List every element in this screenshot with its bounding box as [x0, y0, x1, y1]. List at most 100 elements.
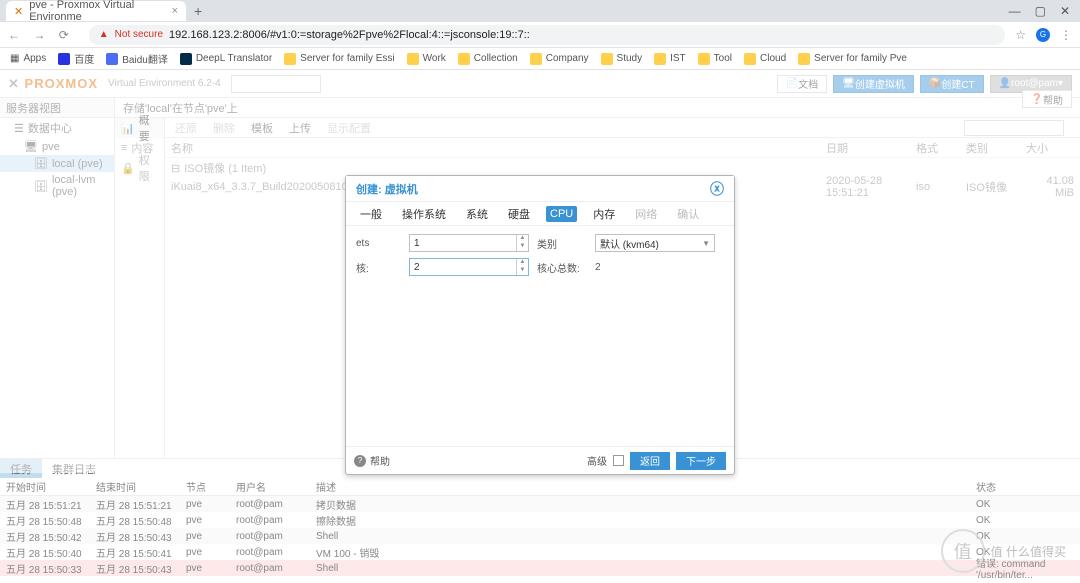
log-cell: 五月 28 15:50:42 [0, 528, 90, 544]
total-cores-label: 核心总数: [537, 260, 587, 275]
log-cell: pve [180, 528, 230, 544]
advanced-label: 高级 [587, 453, 607, 468]
tab-general[interactable]: 一般 [356, 204, 386, 224]
bm-deepl[interactable]: DeepL Translator [180, 53, 272, 65]
watermark: 值 值 什么值得买 [941, 529, 1066, 573]
folder-icon [601, 53, 613, 65]
profile-avatar[interactable]: G [1036, 28, 1050, 42]
log-cell: pve [180, 512, 230, 528]
url-text: 192.168.123.2:8006/#v1:0:=storage%2Fpve%… [169, 29, 530, 41]
tab-title: pve - Proxmox Virtual Environme [29, 0, 165, 23]
back-button[interactable]: 返回 [630, 452, 670, 470]
create-vm-wizard: 创建: 虚拟机 ⓧ 一般 操作系统 系统 硬盘 CPU 内存 网络 确认 ets… [345, 175, 735, 475]
sockets-input[interactable]: 1 ▲▼ [409, 234, 529, 252]
folder-icon [654, 53, 666, 65]
log-cell: pve [180, 544, 230, 560]
modal-header[interactable]: 创建: 虚拟机 ⓧ [346, 176, 734, 202]
spin-down-icon[interactable]: ▼ [516, 243, 528, 251]
browser-tabstrip: ✕ pve - Proxmox Virtual Environme × + — … [0, 0, 1080, 22]
close-window-icon[interactable]: ✕ [1060, 4, 1070, 18]
url-field[interactable]: ▲ Not secure 192.168.123.2:8006/#v1:0:=s… [89, 25, 1005, 45]
log-row[interactable]: 五月 28 15:50:40五月 28 15:50:41pveroot@pamV… [0, 544, 1080, 560]
tab-system[interactable]: 系统 [462, 204, 492, 224]
log-cell: Shell [310, 560, 970, 576]
log-cell: 五月 28 15:50:40 [0, 544, 90, 560]
lh-start[interactable]: 开始时间 [0, 478, 90, 495]
log-cell: 拷贝数据 [310, 496, 970, 512]
browser-menu-icon[interactable]: ⋮ [1060, 28, 1072, 42]
modal-body: ets 1 ▲▼ 类别 默认 (kvm64) ▼ 核: 2 ▲▼ 核心总数: 2 [346, 226, 734, 446]
bm-baidu[interactable]: 百度 [58, 51, 94, 66]
type-label: 类别 [537, 236, 587, 251]
bm-work[interactable]: Work [407, 53, 446, 65]
next-button[interactable]: 下一步 [676, 452, 726, 470]
watermark-icon: 值 [941, 529, 985, 573]
folder-icon [798, 53, 810, 65]
reload-icon[interactable]: ⟳ [59, 28, 69, 42]
log-row[interactable]: 五月 28 15:50:33五月 28 15:50:43pveroot@pamS… [0, 560, 1080, 576]
log-row[interactable]: 五月 28 15:50:42五月 28 15:50:43pveroot@pamS… [0, 528, 1080, 544]
bm-study[interactable]: Study [601, 53, 643, 65]
bm-sff-essi[interactable]: Server for family Essi [284, 53, 394, 65]
spin-down-icon[interactable]: ▼ [516, 267, 528, 275]
bm-baidu-translate[interactable]: Baidu翻译 [106, 51, 168, 66]
bm-sff-pve[interactable]: Server for family Pve [798, 53, 907, 65]
new-tab-button[interactable]: + [194, 3, 202, 19]
browser-address-bar: ← → ⟳ ▲ Not secure 192.168.123.2:8006/#v… [0, 22, 1080, 48]
lh-node[interactable]: 节点 [180, 478, 230, 495]
bm-tool[interactable]: Tool [698, 53, 732, 65]
close-tab-icon[interactable]: × [172, 5, 178, 17]
bm-company[interactable]: Company [530, 53, 589, 65]
advanced-checkbox[interactable] [613, 455, 624, 466]
cpu-type-select[interactable]: 默认 (kvm64) ▼ [595, 234, 715, 252]
sockets-label: ets [356, 238, 401, 249]
spin-up-icon[interactable]: ▲ [516, 235, 528, 243]
back-icon[interactable]: ← [8, 28, 20, 42]
log-row[interactable]: 五月 28 15:50:48五月 28 15:50:48pveroot@pam擦… [0, 512, 1080, 528]
deepl-icon [180, 53, 192, 65]
insecure-label: Not secure [115, 29, 163, 40]
lh-end[interactable]: 结束时间 [90, 478, 180, 495]
tab-favicon: ✕ [14, 5, 23, 18]
log-cell: 五月 28 15:50:43 [90, 528, 180, 544]
spin-up-icon[interactable]: ▲ [516, 259, 528, 267]
cores-input[interactable]: 2 ▲▼ [409, 258, 529, 276]
log-cell: pve [180, 496, 230, 512]
bm-cloud[interactable]: Cloud [744, 53, 786, 65]
minimize-icon[interactable]: — [1009, 4, 1021, 18]
lh-user[interactable]: 用户名 [230, 478, 310, 495]
modal-footer: ?帮助 高级 返回 下一步 [346, 446, 734, 474]
nav-icons: ← → ⟳ [8, 28, 79, 42]
maximize-icon[interactable]: ▢ [1035, 4, 1046, 18]
log-cell: 五月 28 15:51:21 [90, 496, 180, 512]
tab-disk[interactable]: 硬盘 [504, 204, 534, 224]
log-cell: root@pam [230, 544, 310, 560]
window-controls: — ▢ ✕ [1009, 4, 1080, 18]
baidu-translate-icon [106, 53, 118, 65]
bookmark-star-icon[interactable]: ☆ [1015, 28, 1026, 42]
log-header: 开始时间 结束时间 节点 用户名 描述 状态 [0, 478, 1080, 496]
help-icon: ? [354, 455, 366, 467]
log-row[interactable]: 五月 28 15:51:21五月 28 15:51:21pveroot@pam拷… [0, 496, 1080, 512]
insecure-icon: ▲ [99, 29, 109, 40]
bm-ist[interactable]: IST [654, 53, 686, 65]
apps-button[interactable]: ▦Apps [10, 53, 46, 64]
tab-memory[interactable]: 内存 [589, 204, 619, 224]
log-cell: root@pam [230, 528, 310, 544]
bookmarks-bar: ▦Apps 百度 Baidu翻译 DeepL Translator Server… [0, 48, 1080, 70]
folder-icon [407, 53, 419, 65]
tab-cpu[interactable]: CPU [546, 206, 577, 222]
bm-collection[interactable]: Collection [458, 53, 518, 65]
tab-os[interactable]: 操作系统 [398, 204, 450, 224]
lh-status[interactable]: 状态 [970, 478, 1080, 495]
folder-icon [284, 53, 296, 65]
browser-tab[interactable]: ✕ pve - Proxmox Virtual Environme × [6, 1, 186, 21]
lh-desc[interactable]: 描述 [310, 478, 970, 495]
log-cell: 五月 28 15:50:48 [0, 512, 90, 528]
apps-icon: ▦ [10, 53, 19, 64]
forward-icon[interactable]: → [33, 28, 45, 42]
modal-close-icon[interactable]: ⓧ [710, 179, 724, 199]
folder-icon [458, 53, 470, 65]
log-cell: root@pam [230, 560, 310, 576]
modal-help-button[interactable]: ?帮助 [354, 453, 390, 468]
